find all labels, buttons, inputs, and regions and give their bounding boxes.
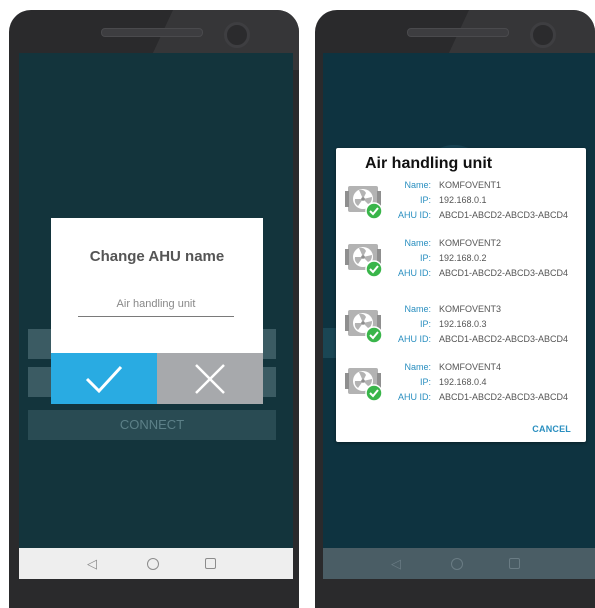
- unit-ip: 192.168.0.4: [439, 377, 487, 387]
- phone-chin: [323, 579, 595, 601]
- ip-label: IP:: [419, 195, 431, 205]
- unit-list-item[interactable]: Name: KOMFOVENT4 IP: 192.168.0.4 AHU ID:…: [336, 362, 586, 418]
- cancel-button[interactable]: [157, 353, 263, 404]
- change-name-dialog: Change AHU name Air handling unit: [51, 218, 263, 404]
- home-circle-icon[interactable]: [451, 558, 463, 570]
- back-triangle-icon[interactable]: ◁: [391, 556, 401, 572]
- dialog-title: Air handling unit: [365, 155, 493, 172]
- unit-name: KOMFOVENT1: [439, 180, 502, 190]
- ahu-id-label: AHU ID:: [397, 334, 431, 344]
- back-triangle-icon[interactable]: ◁: [87, 556, 97, 572]
- unit-ip: 192.168.0.1: [439, 195, 487, 205]
- unit-ahu-id: ABCD1-ABCD2-ABCD3-ABCD4: [439, 392, 569, 402]
- recents-square-icon[interactable]: [509, 558, 520, 569]
- unit-list-item[interactable]: Name: KOMFOVENT3 IP: 192.168.0.3 AHU ID:…: [336, 304, 586, 360]
- speaker-grille: [101, 28, 203, 37]
- ip-label: IP:: [419, 377, 431, 387]
- fan-unit-icon: [345, 186, 383, 220]
- unit-ahu-id: ABCD1-ABCD2-ABCD3-ABCD4: [439, 210, 569, 220]
- camera-icon: [224, 22, 250, 48]
- name-label: Name:: [404, 180, 431, 190]
- screen-left: CONNECT Change AHU name Air handling uni…: [19, 53, 293, 601]
- recents-square-icon[interactable]: [205, 558, 216, 569]
- unit-list-item[interactable]: Name: KOMFOVENT2 IP: 192.168.0.2 AHU ID:…: [336, 238, 586, 294]
- ip-label: IP:: [419, 253, 431, 263]
- fan-unit-icon: [345, 368, 383, 402]
- android-navbar: ◁: [323, 548, 595, 579]
- screen-right: Air handling unit Name: KOMFOVENT1 IP: 1…: [323, 53, 595, 601]
- check-circle-icon: [365, 202, 383, 220]
- connect-button[interactable]: CONNECT: [28, 410, 276, 440]
- unit-list-item[interactable]: Name: KOMFOVENT1 IP: 192.168.0.1 AHU ID:…: [336, 180, 586, 236]
- speaker-grille: [407, 28, 509, 37]
- ahu-id-label: AHU ID:: [397, 210, 431, 220]
- confirm-button[interactable]: [51, 353, 157, 404]
- fan-unit-icon: [345, 310, 383, 344]
- unit-ahu-id: ABCD1-ABCD2-ABCD3-ABCD4: [439, 268, 569, 278]
- phone-left: CONNECT Change AHU name Air handling uni…: [9, 10, 299, 608]
- phone-chin: [19, 579, 293, 601]
- check-circle-icon: [365, 326, 383, 344]
- ip-label: IP:: [419, 319, 431, 329]
- unit-name: KOMFOVENT3: [439, 304, 502, 314]
- ahu-id-label: AHU ID:: [397, 392, 431, 402]
- fan-unit-icon: [345, 244, 383, 278]
- ahu-name-input[interactable]: Air handling unit: [78, 298, 234, 317]
- check-icon: [85, 365, 123, 393]
- unit-ip: 192.168.0.2: [439, 253, 487, 263]
- unit-ip: 192.168.0.3: [439, 319, 487, 329]
- check-circle-icon: [365, 384, 383, 402]
- home-circle-icon[interactable]: [147, 558, 159, 570]
- unit-select-dialog: Air handling unit Name: KOMFOVENT1 IP: 1…: [336, 148, 586, 442]
- ahu-id-label: AHU ID:: [397, 268, 431, 278]
- phone-right: Air handling unit Name: KOMFOVENT1 IP: 1…: [315, 10, 595, 608]
- unit-ahu-id: ABCD1-ABCD2-ABCD3-ABCD4: [439, 334, 569, 344]
- android-navbar: ◁: [19, 548, 293, 579]
- cancel-button[interactable]: CANCEL: [532, 424, 571, 434]
- name-label: Name:: [404, 238, 431, 248]
- name-label: Name:: [404, 304, 431, 314]
- dialog-title: Change AHU name: [89, 248, 225, 265]
- unit-name: KOMFOVENT2: [439, 238, 502, 248]
- unit-name: KOMFOVENT4: [439, 362, 502, 372]
- close-icon: [195, 363, 225, 394]
- check-circle-icon: [365, 260, 383, 278]
- camera-icon: [530, 22, 556, 48]
- name-label: Name:: [404, 362, 431, 372]
